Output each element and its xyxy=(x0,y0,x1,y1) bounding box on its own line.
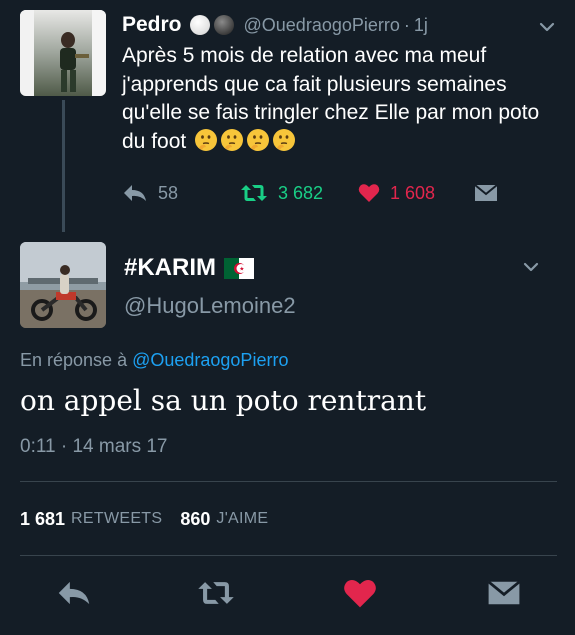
tweet-text: Après 5 mois de relation avec ma meuf j'… xyxy=(122,42,562,156)
direct-message-icon xyxy=(487,580,521,605)
display-name[interactable]: Pedro xyxy=(122,13,182,37)
tweet-action-bar xyxy=(0,565,575,621)
tweet-detail-screen: Pedro @OuedraogoPierro · 1j Après 5 mois… xyxy=(0,0,575,635)
reply-count: 58 xyxy=(158,182,179,203)
like-button[interactable]: 1 608 xyxy=(358,180,435,206)
thinking-face-emoji xyxy=(195,128,218,151)
reply-icon xyxy=(58,581,90,605)
name-emoji-badges xyxy=(189,15,234,35)
tweet-author-row: #KARIM xyxy=(124,253,255,283)
display-name[interactable]: #KARIM xyxy=(124,254,216,282)
algeria-flag-icon xyxy=(224,257,255,279)
reply-context: En réponse à @OuedraogoPierro xyxy=(20,350,288,371)
black-circle-emoji xyxy=(213,15,234,35)
avatar[interactable] xyxy=(20,242,106,328)
emoji-row xyxy=(192,128,296,153)
parent-tweet[interactable]: Pedro @OuedraogoPierro · 1j Après 5 mois… xyxy=(0,0,575,232)
engagement-stats: 1 681 RETWEETS 860 J'AIME xyxy=(20,507,286,531)
reply-mention-link[interactable]: @OuedraogoPierro xyxy=(132,350,288,370)
tweet-timestamp: 0:11 · 14 mars 17 xyxy=(20,436,168,457)
avatar[interactable] xyxy=(20,10,106,96)
reply-icon xyxy=(124,185,146,201)
thinking-face-emoji xyxy=(247,128,270,151)
retweet-icon xyxy=(241,185,267,201)
direct-message-button[interactable] xyxy=(482,573,526,613)
separator: · xyxy=(403,14,410,35)
retweets-label[interactable]: RETWEETS xyxy=(71,510,162,528)
tweet-header: Pedro @OuedraogoPierro · 1j xyxy=(122,12,428,38)
heart-icon xyxy=(344,579,376,607)
retweet-button[interactable]: 3 682 xyxy=(240,180,323,206)
divider xyxy=(20,481,557,482)
reply-button[interactable]: 58 xyxy=(122,180,178,206)
chevron-down-icon[interactable] xyxy=(538,18,556,36)
thinking-face-emoji xyxy=(221,128,244,151)
like-count: 1 608 xyxy=(390,182,436,203)
relative-time[interactable]: 1j xyxy=(414,15,428,36)
tweet-actions: 58 3 682 1 608 xyxy=(122,180,562,206)
retweet-icon xyxy=(198,582,234,604)
retweet-count: 3 682 xyxy=(278,182,324,203)
divider xyxy=(20,555,557,556)
direct-message-button[interactable] xyxy=(474,180,498,206)
thread-connector-line xyxy=(62,100,65,232)
chevron-down-icon[interactable] xyxy=(522,258,540,276)
heart-icon xyxy=(358,184,380,202)
retweet-button[interactable] xyxy=(194,573,238,613)
username[interactable]: @OuedraogoPierro xyxy=(244,15,400,36)
likes-label[interactable]: J'AIME xyxy=(216,510,268,528)
likes-count[interactable]: 860 xyxy=(180,509,210,530)
reply-prefix: En réponse à xyxy=(20,350,128,370)
tweet-text: on appel sa un poto rentrant xyxy=(20,384,427,417)
thinking-face-emoji xyxy=(273,128,296,151)
tweet-text-body: Après 5 mois de relation avec ma meuf j'… xyxy=(122,44,540,153)
white-circle-emoji xyxy=(189,15,210,35)
username[interactable]: @HugoLemoine2 xyxy=(124,293,296,319)
reply-button[interactable] xyxy=(52,573,96,613)
like-button[interactable] xyxy=(338,573,382,613)
direct-message-icon xyxy=(474,184,498,201)
retweets-count[interactable]: 1 681 xyxy=(20,509,65,530)
